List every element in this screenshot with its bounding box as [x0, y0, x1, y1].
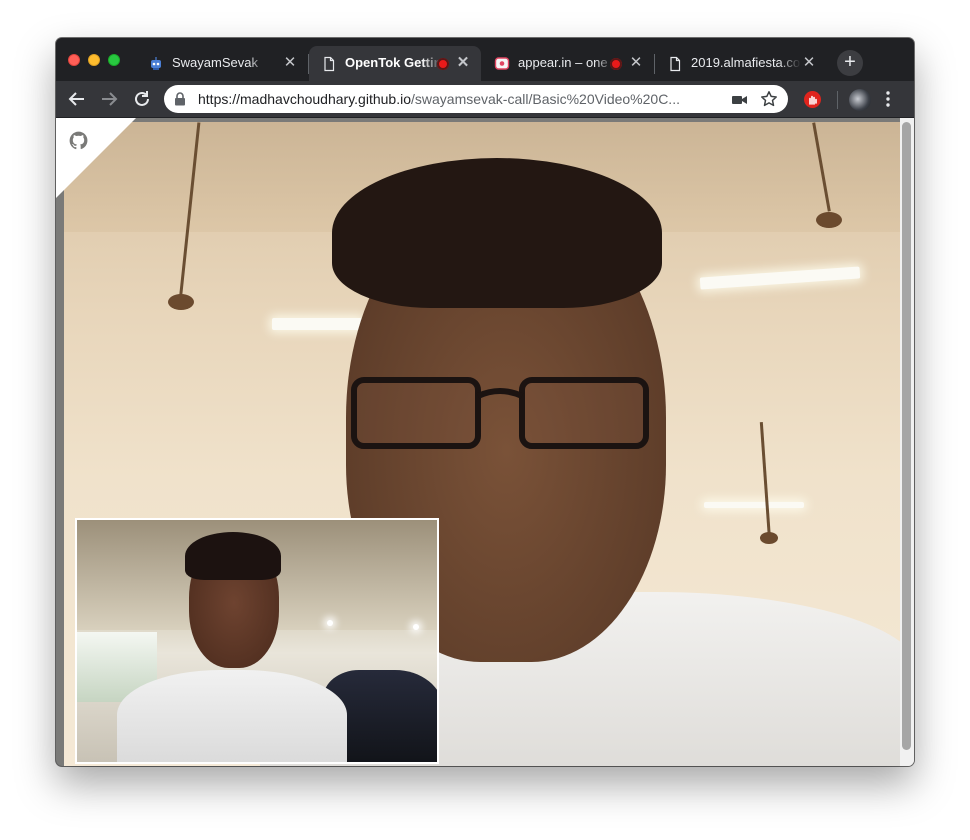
ceiling-fan	[760, 532, 778, 544]
fullscreen-window-button[interactable]	[108, 54, 120, 66]
url-path: /swayamsevak-call/Basic%20Video%20C...	[411, 91, 680, 107]
tab-close-icon[interactable]: ✕	[801, 55, 817, 71]
minimize-window-button[interactable]	[88, 54, 100, 66]
ceiling-fan-rod	[759, 422, 772, 542]
recording-indicator-icon	[610, 58, 622, 70]
arrow-right-icon	[102, 92, 118, 106]
robot-favicon-icon	[148, 56, 164, 72]
local-person-shirt	[117, 670, 347, 762]
three-dots-icon[interactable]	[885, 90, 891, 113]
forward-button[interactable]	[98, 88, 120, 110]
page-icon	[667, 56, 683, 72]
address-bar[interactable]: https://madhavchoudhary.github.io/swayam…	[164, 85, 788, 113]
github-corner-link[interactable]	[56, 118, 136, 198]
tab-appear-in[interactable]: appear.in – one ✕	[482, 46, 654, 81]
tab-swayamsevak[interactable]: SwayamSevak ✕	[136, 46, 308, 81]
tab-almafiesta[interactable]: 2019.almafiesta.co ✕	[655, 46, 827, 81]
extension-hand-icon[interactable]	[804, 91, 821, 108]
ceiling-light	[699, 266, 861, 290]
reload-icon	[135, 91, 149, 106]
ceiling-fan	[168, 294, 194, 310]
tab-close-icon[interactable]: ✕	[628, 55, 644, 71]
close-window-button[interactable]	[68, 54, 80, 66]
page-icon	[321, 56, 337, 72]
tab-title: OpenTok Gettin	[345, 55, 441, 70]
appear-in-favicon-icon	[494, 56, 510, 72]
remote-person-hair	[332, 158, 662, 308]
recording-indicator-icon	[437, 58, 449, 70]
reload-button[interactable]	[131, 88, 153, 110]
lock-icon[interactable]	[174, 92, 186, 111]
url-host: https://madhavchoudhary.github.io	[198, 91, 411, 107]
ceiling-light	[704, 502, 804, 508]
browser-window: SwayamSevak ✕ OpenTok Gettin ✕ appear.in…	[56, 38, 914, 766]
tab-close-icon[interactable]: ✕	[282, 55, 298, 71]
tab-title: 2019.almafiesta.co	[691, 55, 801, 70]
ceiling-fan	[816, 212, 842, 228]
video-camera-icon[interactable]	[732, 93, 748, 111]
scrollbar-thumb[interactable]	[902, 122, 911, 750]
remote-person-glasses	[351, 377, 649, 449]
ceiling-light	[327, 620, 333, 626]
vertical-scrollbar[interactable]	[900, 118, 914, 766]
tab-strip: SwayamSevak ✕ OpenTok Gettin ✕ appear.in…	[56, 38, 914, 81]
star-icon[interactable]	[760, 90, 778, 113]
new-tab-button[interactable]: +	[837, 50, 863, 76]
url-text[interactable]: https://madhavchoudhary.github.io/swayam…	[198, 91, 718, 107]
ceiling-light	[272, 318, 362, 330]
tab-opentok[interactable]: OpenTok Gettin ✕	[309, 46, 481, 81]
ceiling-light	[413, 624, 419, 630]
tab-close-icon[interactable]: ✕	[455, 55, 471, 71]
arrow-left-icon	[68, 92, 84, 106]
tab-title: appear.in – one	[518, 55, 608, 70]
page-viewport	[56, 118, 914, 766]
local-person-hair	[185, 532, 281, 580]
back-button[interactable]	[66, 88, 88, 110]
profile-avatar[interactable]	[849, 89, 871, 111]
tab-title: SwayamSevak	[172, 55, 258, 70]
local-video-preview[interactable]	[75, 518, 439, 764]
browser-toolbar: https://madhavchoudhary.github.io/swayam…	[56, 81, 914, 118]
toolbar-divider	[837, 91, 838, 109]
